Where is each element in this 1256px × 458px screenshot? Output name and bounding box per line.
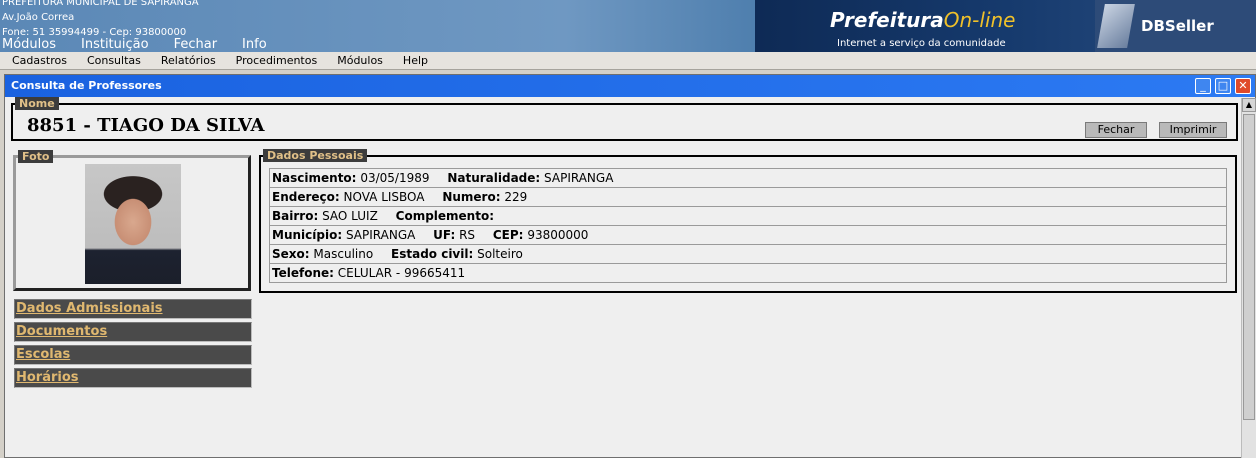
dbseller-text: DBSeller — [1141, 17, 1214, 35]
maximize-icon[interactable]: □ — [1215, 78, 1231, 94]
logo-area: PrefeituraOn-line Internet a serviço da … — [755, 0, 1256, 52]
link-documentos[interactable]: Documentos — [14, 322, 252, 342]
prefeitura-online-logo: PrefeituraOn-line — [830, 8, 1016, 32]
sexo-label: Sexo: — [272, 247, 310, 261]
cep-label: CEP: — [492, 228, 524, 242]
scroll-thumb[interactable] — [1243, 114, 1255, 420]
menu-modulos[interactable]: Módulos — [2, 37, 56, 52]
nascimento-value: 03/05/1989 — [360, 171, 430, 185]
link-escolas[interactable]: Escolas — [14, 345, 252, 365]
foto-legend: Foto — [18, 150, 54, 163]
imprimir-button[interactable]: Imprimir — [1159, 122, 1227, 138]
table-row: Endereço: NOVA LISBOA Numero: 229 — [269, 187, 1227, 207]
logo-subtitle: Internet a serviço da comunidade — [837, 38, 1006, 49]
municipio-value: SAPIRANGA — [345, 228, 416, 242]
menubar: Cadastros Consultas Relatórios Procedime… — [0, 52, 1256, 70]
menubar-cadastros[interactable]: Cadastros — [12, 52, 67, 69]
menubar-help[interactable]: Help — [403, 52, 428, 69]
dbseller-mark-icon — [1097, 4, 1135, 48]
bairro-value: SAO LUIZ — [322, 209, 378, 223]
uf-value: RS — [459, 228, 476, 242]
estado-civil-value: Solteiro — [477, 247, 523, 261]
vertical-scrollbar[interactable]: ▲ — [1241, 98, 1256, 458]
endereco-value: NOVA LISBOA — [343, 190, 425, 204]
table-row: Sexo: Masculino Estado civil: Solteiro — [269, 244, 1227, 264]
dbseller-logo: DBSeller — [1095, 0, 1256, 52]
table-row: Bairro: SAO LUIZ Complemento: — [269, 206, 1227, 226]
naturalidade-value: SAPIRANGA — [544, 171, 614, 185]
menu-fechar[interactable]: Fechar — [174, 37, 217, 52]
dados-pessoais-fieldset: Dados Pessoais Nascimento: 03/05/1989 Na… — [259, 149, 1237, 293]
endereco-label: Endereço: — [272, 190, 340, 204]
professor-photo — [85, 164, 181, 284]
table-row: Telefone: CELULAR - 99665411 — [269, 263, 1227, 283]
sexo-value: Masculino — [313, 247, 374, 261]
org-name: PREFEITURA MUNICIPAL DE SAPIRANGA — [2, 0, 199, 8]
telefone-label: Telefone: — [272, 266, 334, 280]
estado-civil-label: Estado civil: — [391, 247, 474, 261]
link-horarios[interactable]: Horários — [14, 368, 252, 388]
dados-pessoais-legend: Dados Pessoais — [263, 149, 368, 162]
bairro-label: Bairro: — [272, 209, 319, 223]
scroll-up-icon[interactable]: ▲ — [1242, 98, 1256, 112]
uf-label: UF: — [433, 228, 456, 242]
consulta-window: Consulta de Professores _ □ ✕ ▲ Nome 885… — [4, 74, 1256, 458]
close-icon[interactable]: ✕ — [1235, 78, 1251, 94]
complemento-label: Complemento: — [395, 209, 495, 223]
numero-label: Numero: — [442, 190, 501, 204]
side-links: Dados Admissionais Documentos Escolas Ho… — [14, 299, 252, 391]
numero-value: 229 — [504, 190, 528, 204]
menu-info[interactable]: Info — [242, 37, 267, 52]
menubar-relatorios[interactable]: Relatórios — [161, 52, 216, 69]
menubar-procedimentos[interactable]: Procedimentos — [236, 52, 318, 69]
org-address: Av.João Correa — [2, 12, 75, 23]
menubar-modulos[interactable]: Módulos — [337, 52, 383, 69]
fechar-button[interactable]: Fechar — [1085, 122, 1147, 138]
table-row: Município: SAPIRANGA UF: RS CEP: 9380000… — [269, 225, 1227, 245]
minimize-icon[interactable]: _ — [1195, 78, 1211, 94]
link-dados-admissionais[interactable]: Dados Admissionais — [14, 299, 252, 319]
menu-instituicao[interactable]: Instituição — [81, 37, 149, 52]
cep-value: 93800000 — [527, 228, 589, 242]
nascimento-label: Nascimento: — [272, 171, 357, 185]
professor-name: 8851 - TIAGO DA SILVA — [27, 115, 265, 136]
table-row: Nascimento: 03/05/1989 Naturalidade: SAP… — [269, 168, 1227, 188]
nome-fieldset: Nome 8851 - TIAGO DA SILVA Fechar Imprim… — [11, 97, 1238, 141]
foto-fieldset: Foto — [13, 150, 251, 291]
top-menu: Módulos Instituição Fechar Info — [2, 37, 267, 52]
window-title: Consulta de Professores — [5, 75, 1255, 97]
naturalidade-label: Naturalidade: — [447, 171, 541, 185]
dados-pessoais-table: Nascimento: 03/05/1989 Naturalidade: SAP… — [269, 168, 1227, 283]
nome-legend: Nome — [15, 97, 59, 110]
telefone-value: CELULAR - 99665411 — [337, 266, 466, 280]
menubar-consultas[interactable]: Consultas — [87, 52, 141, 69]
municipio-label: Município: — [272, 228, 343, 242]
org-info: PREFEITURA MUNICIPAL DE SAPIRANGA Av.Joã… — [2, 0, 199, 40]
header-banner: PREFEITURA MUNICIPAL DE SAPIRANGA Av.Joã… — [0, 0, 1256, 52]
